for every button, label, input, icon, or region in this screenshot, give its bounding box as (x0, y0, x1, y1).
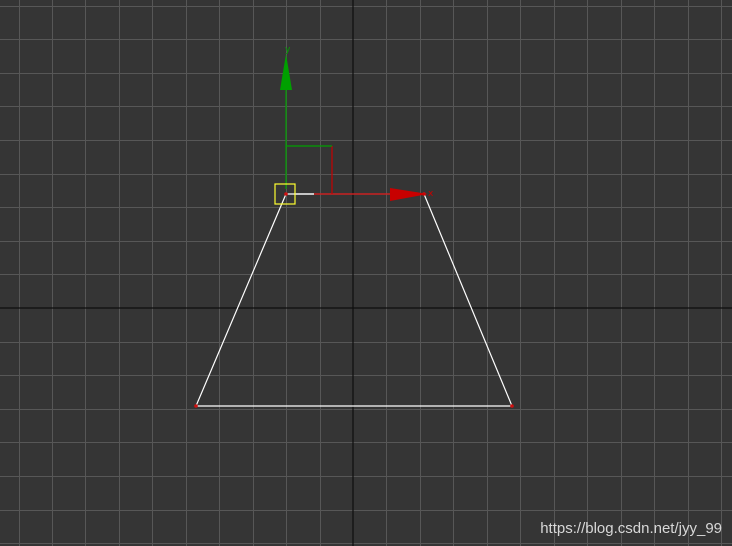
gizmo-x-axis-arrowhead[interactable] (390, 188, 428, 201)
watermark-url: https://blog.csdn.net/jyy_99 (540, 520, 722, 537)
gizmo-x-axis-label: x (428, 189, 434, 199)
shape-vertex-top-left[interactable] (284, 192, 288, 196)
gizmo-y-axis-arrowhead[interactable] (280, 54, 292, 90)
construction-grid (0, 0, 732, 546)
gizmo-y-axis-label: y (285, 45, 291, 55)
shape-vertex-bottom-right[interactable] (510, 404, 514, 408)
viewport-scene[interactable]: y x (0, 0, 732, 546)
move-transform-gizmo[interactable]: y x (274, 45, 434, 205)
trapezoid-shape-outline[interactable] (195, 193, 513, 407)
perspective-viewport[interactable]: y x https://blog.csdn.net/jyy_99 (0, 0, 732, 546)
shape-vertex-bottom-left[interactable] (194, 404, 198, 408)
